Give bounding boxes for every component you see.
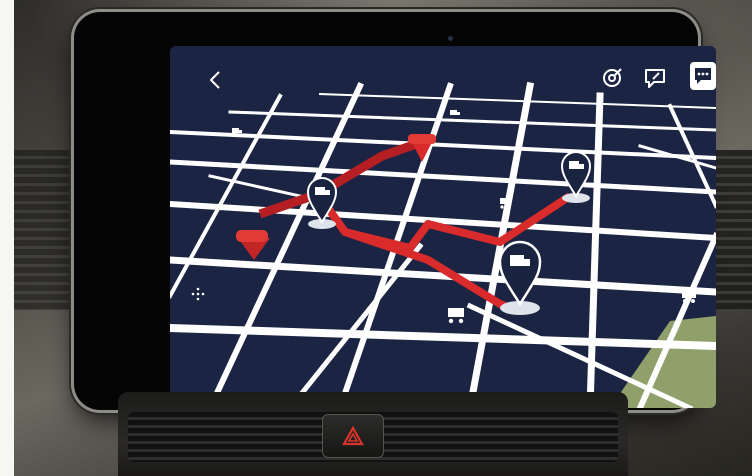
target-icon: [603, 68, 622, 87]
target-button[interactable]: [600, 66, 624, 90]
hazard-button[interactable]: [322, 414, 384, 458]
feedback-button[interactable]: [642, 66, 668, 90]
chat-button[interactable]: [690, 62, 716, 90]
truck-pin-2: [560, 151, 592, 203]
feedback-icon: [645, 69, 665, 88]
dpad-icon: [191, 287, 205, 301]
truck-pin-1: [306, 177, 338, 229]
front-camera: [448, 36, 453, 41]
navigation-map[interactable]: [170, 46, 716, 408]
back-button[interactable]: [204, 68, 226, 92]
left-air-vent: [14, 150, 74, 310]
dpad-button[interactable]: [190, 286, 206, 302]
chat-bubble-icon: [695, 68, 711, 84]
hazard-triangle-icon: [342, 426, 364, 446]
infotainment-bezel: [74, 12, 716, 410]
chevron-left-icon: [209, 71, 220, 89]
truck-pin-3: [498, 240, 542, 315]
navigation-screen: [170, 46, 716, 408]
